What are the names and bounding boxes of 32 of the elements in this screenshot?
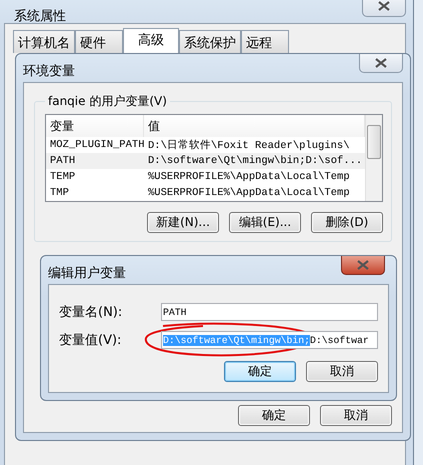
column-header[interactable]: 值 bbox=[144, 115, 365, 137]
dialog-title: 环境变量 bbox=[23, 63, 75, 80]
list-button[interactable]: 新建(N)... bbox=[147, 212, 219, 233]
close-icon bbox=[375, 58, 387, 68]
field-label: 变量名(N): bbox=[59, 304, 122, 321]
group-label: fanqie 的用户变量(V) bbox=[47, 93, 168, 110]
dialog-title: 编辑用户变量 bbox=[48, 265, 126, 282]
tab[interactable]: 系统保护 bbox=[179, 30, 241, 53]
close-button[interactable] bbox=[341, 256, 385, 275]
input-field[interactable]: D:\software\Qt\mingw\bin;D:\softwar bbox=[161, 331, 378, 349]
tab[interactable]: 计算机名 bbox=[13, 30, 75, 53]
input-field[interactable]: PATH bbox=[161, 303, 378, 321]
variable-list[interactable]: 变量 值 MOZ_PLUGIN_PATH D:\日常软件\Foxit Reader\plugins\ PATH D:\software\Qt\mingw\bin;D:\sof... TEMP %USERPROFILE%\AppData\Local\Temp TMP %USERPROFILE%\AppData\Local\Temp bbox=[45, 114, 383, 202]
close-button[interactable] bbox=[362, 0, 406, 17]
dialog-button[interactable]: 取消 bbox=[306, 361, 378, 382]
dialog-button[interactable]: 确定 bbox=[238, 405, 310, 426]
close-icon bbox=[357, 260, 369, 270]
tab[interactable]: 远程 bbox=[241, 30, 289, 53]
table-cell: PATH bbox=[46, 153, 144, 169]
tab[interactable]: 高级 bbox=[123, 28, 179, 53]
list-button[interactable]: 编辑(E)... bbox=[229, 212, 301, 233]
close-icon bbox=[378, 0, 390, 10]
column-header[interactable]: 变量 bbox=[46, 115, 144, 137]
list-button[interactable]: 删除(D) bbox=[311, 212, 383, 233]
dialog-button[interactable]: 取消 bbox=[320, 405, 392, 426]
dialog-button[interactable]: 确定 bbox=[224, 361, 296, 382]
scrollbar[interactable] bbox=[365, 115, 382, 201]
close-button[interactable] bbox=[359, 54, 403, 73]
window-title: 系统属性 bbox=[14, 8, 66, 25]
field-label: 变量值(V): bbox=[59, 332, 122, 349]
tab[interactable]: 硬件 bbox=[75, 30, 123, 53]
table-cell: D:\software\Qt\mingw\bin;D:\sof... bbox=[144, 153, 365, 169]
